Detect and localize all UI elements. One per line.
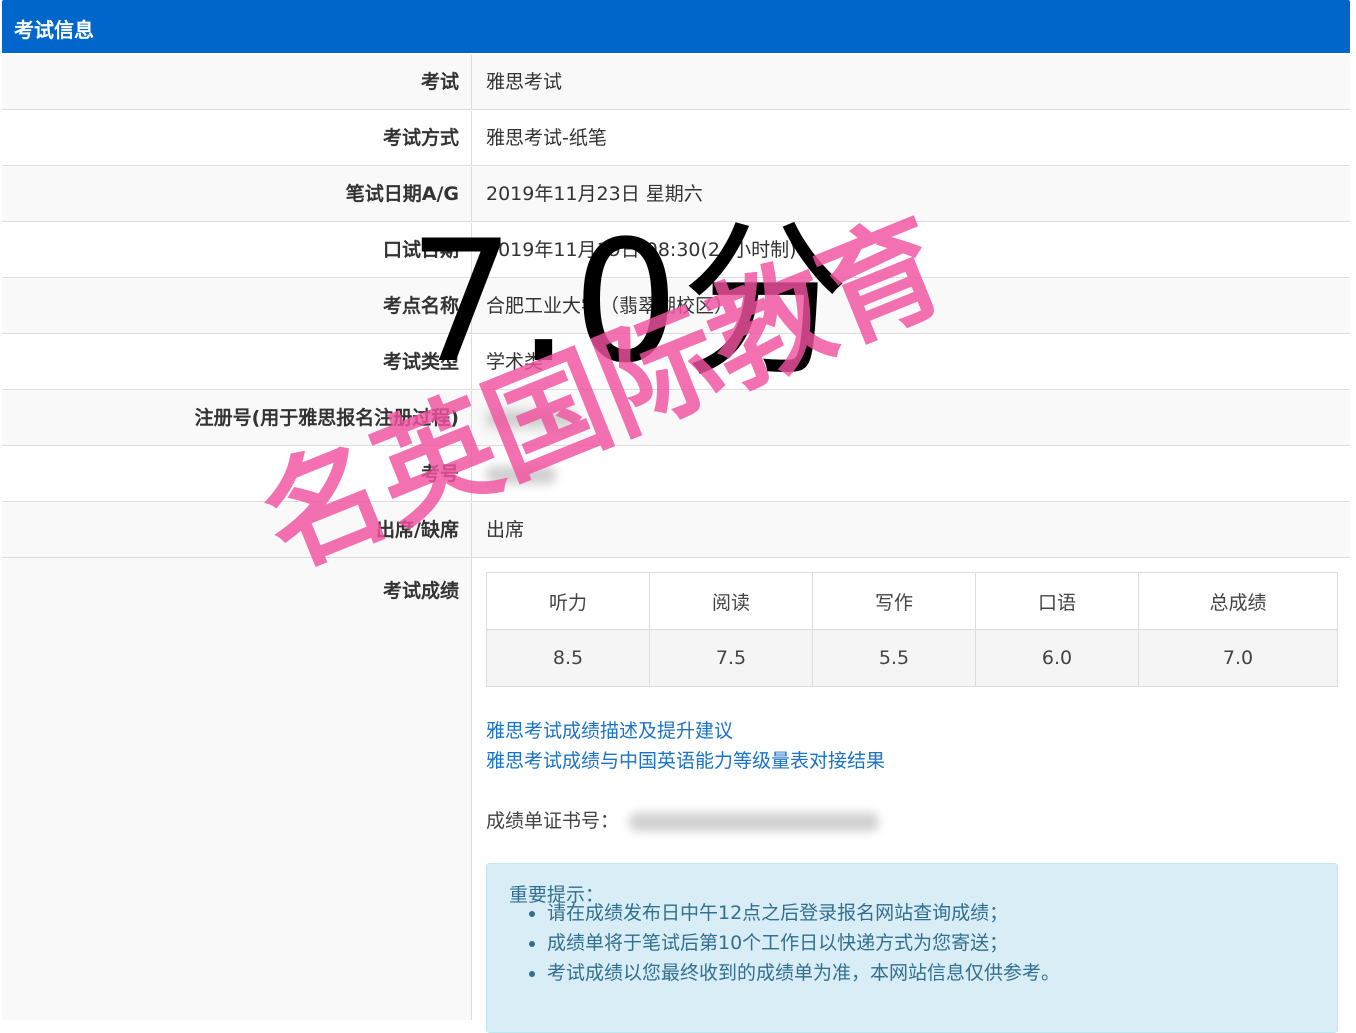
score-description-link[interactable]: 雅思考试成绩描述及提升建议 [486,716,733,743]
certificate-number: 成绩单证书号： [486,806,880,833]
cse-mapping-link[interactable]: 雅思考试成绩与中国英语能力等级量表对接结果 [486,746,885,773]
info-row-method: 考试方式 雅思考试-纸笔 [2,111,1350,166]
notice-list: 请在成绩发布日中午12点之后登录报名网站查询成绩； 成绩单将于笔试后第10个工作… [525,898,1060,988]
row-label: 笔试日期A/G [2,167,472,221]
info-row-candidate-number: 考号 [2,447,1350,502]
row-value: 雅思考试-纸笔 [486,127,607,149]
redacted-certificate [629,812,880,831]
notice-item: 成绩单将于笔试后第10个工作日以快递方式为您寄送； [547,928,1060,958]
score-writing: 5.5 [812,629,976,687]
score-speaking: 6.0 [975,629,1139,687]
score-overall: 7.0 [1138,629,1338,687]
header-writing: 写作 [812,572,976,630]
row-label: 口试日期 [2,223,472,277]
certificate-label: 成绩单证书号： [486,810,620,832]
header-overall: 总成绩 [1138,572,1338,630]
score-listening: 8.5 [486,629,650,687]
header-listening: 听力 [486,572,650,630]
row-label: 考试成绩 [2,558,472,1020]
scores-header-row: 听力 阅读 写作 口语 总成绩 [486,572,1338,630]
notice-item: 考试成绩以您最终收到的成绩单为准，本网站信息仅供参考。 [547,958,1060,988]
scores-table: 听力 阅读 写作 口语 总成绩 8.5 7.5 5.5 6.0 7.0 [486,572,1338,687]
score-reading: 7.5 [649,629,813,687]
important-notice: 重要提示： 请在成绩发布日中午12点之后登录报名网站查询成绩； 成绩单将于笔试后… [486,863,1338,1033]
row-label: 考试方式 [2,111,472,165]
row-label: 考试 [2,55,472,109]
notice-item: 请在成绩发布日中午12点之后登录报名网站查询成绩； [547,898,1060,928]
section-title: 考试信息 [14,18,94,42]
scores-value-row: 8.5 7.5 5.5 6.0 7.0 [486,629,1338,687]
info-row-attendance: 出席/缺席 出席 [2,503,1350,558]
header-speaking: 口语 [975,572,1139,630]
row-label: 考试类型 [2,335,472,389]
header-reading: 阅读 [649,572,813,630]
info-row-exam: 考试 雅思考试 [2,55,1350,110]
row-value: 雅思考试 [486,71,563,93]
row-label: 考点名称 [2,279,472,333]
section-header: 考试信息 [2,0,1350,53]
info-row-scores: 考试成绩 听力 阅读 写作 口语 总成绩 8.5 7.5 5.5 6.0 7.0… [2,558,1350,1033]
